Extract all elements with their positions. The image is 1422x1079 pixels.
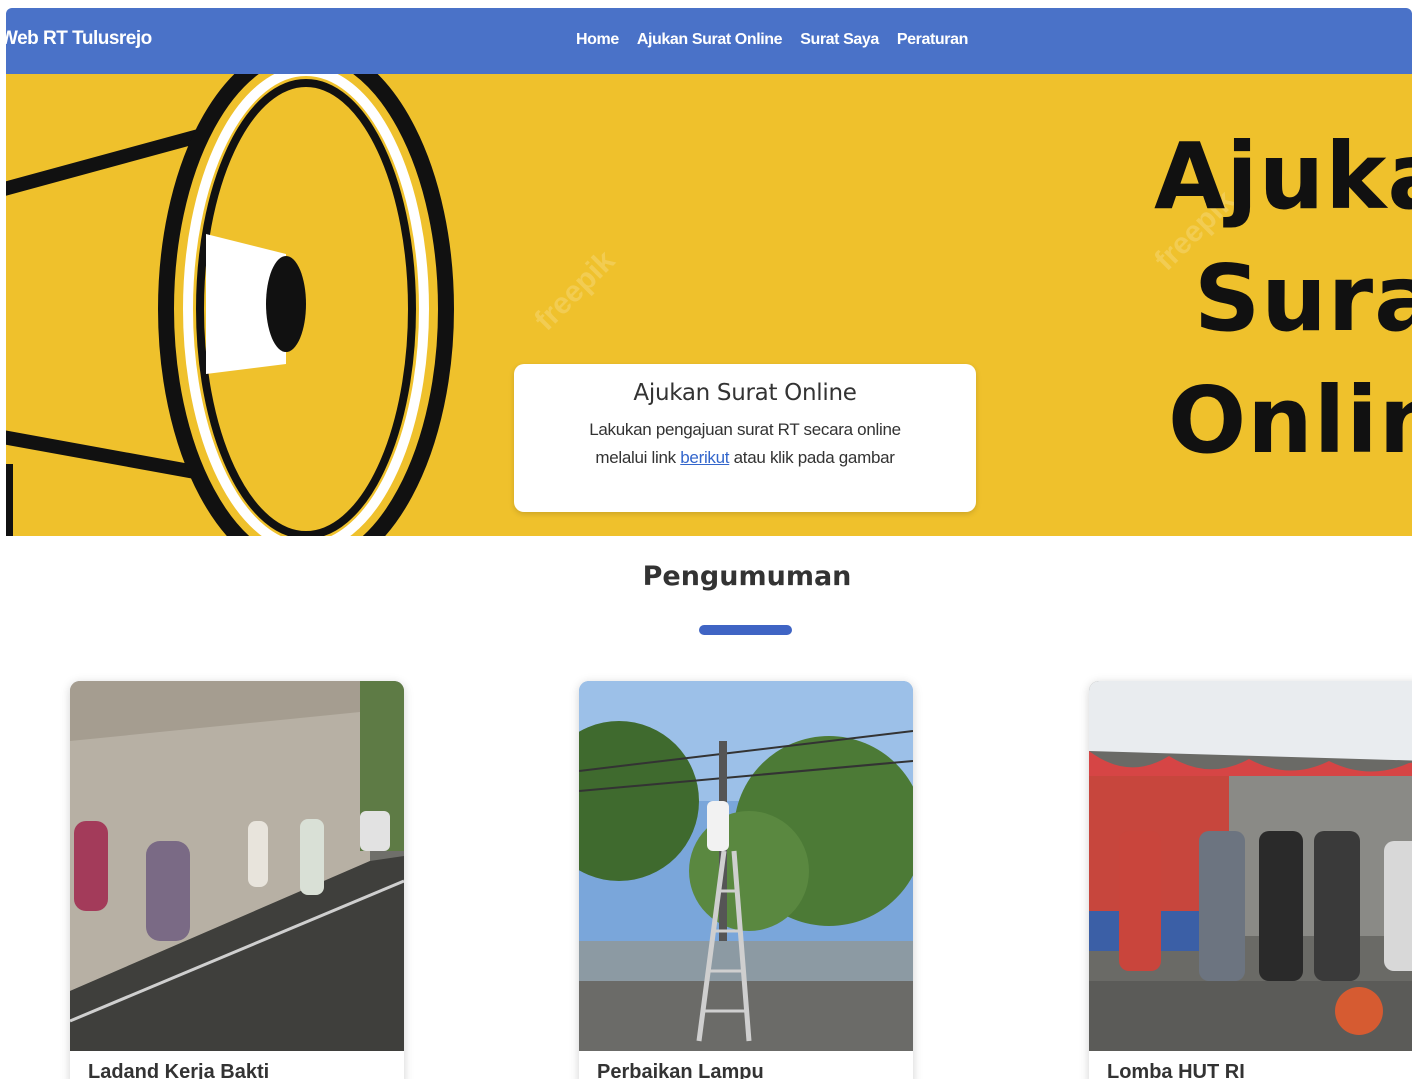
hero-caption-card: Ajukan Surat Online Lakukan pengajuan su… <box>514 364 976 512</box>
nav-link-peraturan[interactable]: Peraturan <box>897 31 969 49</box>
card-photo <box>579 681 913 1051</box>
hero-headline: Ajuka Surat Onlin <box>1154 123 1412 474</box>
card-title: Perbaikan Lampu <box>597 1061 764 1079</box>
announcement-card[interactable]: Perbaikan Lampu <box>579 681 913 1079</box>
navbar-brand[interactable]: Web RT Tulusrejo <box>6 28 152 50</box>
card-photo <box>70 681 404 1051</box>
nav-link-ajukan-surat[interactable]: Ajukan Surat Online <box>637 31 783 49</box>
section-underline <box>699 625 792 635</box>
nav-links: Home Ajukan Surat Online Surat Saya Pera… <box>576 31 968 49</box>
section-title: Pengumuman <box>642 561 852 592</box>
nav-link-surat-saya[interactable]: Surat Saya <box>800 31 879 49</box>
megaphone-illustration <box>6 74 454 536</box>
card-title: Ladand Kerja Bakti <box>88 1061 270 1079</box>
watermark: freepik <box>528 244 622 338</box>
navbar: Web RT Tulusrejo Home Ajukan Surat Onlin… <box>6 8 1412 74</box>
hero-banner[interactable]: freepik freepik Ajuka Surat Onlin Ajukan… <box>6 74 1412 536</box>
announcement-card[interactable]: Lomba HUT RI <box>1089 681 1412 1079</box>
nav-link-home[interactable]: Home <box>576 31 619 49</box>
caption-title: Ajukan Surat Online <box>633 380 857 406</box>
browser-viewport: Web RT Tulusrejo Home Ajukan Surat Onlin… <box>6 8 1412 1079</box>
caption-link[interactable]: berikut <box>680 448 729 467</box>
card-photo <box>1089 681 1412 1051</box>
announcement-card[interactable]: Ladand Kerja Bakti <box>70 681 404 1079</box>
card-title: Lomba HUT RI <box>1107 1061 1245 1079</box>
caption-text: Lakukan pengajuan surat RT secara online… <box>589 420 901 467</box>
